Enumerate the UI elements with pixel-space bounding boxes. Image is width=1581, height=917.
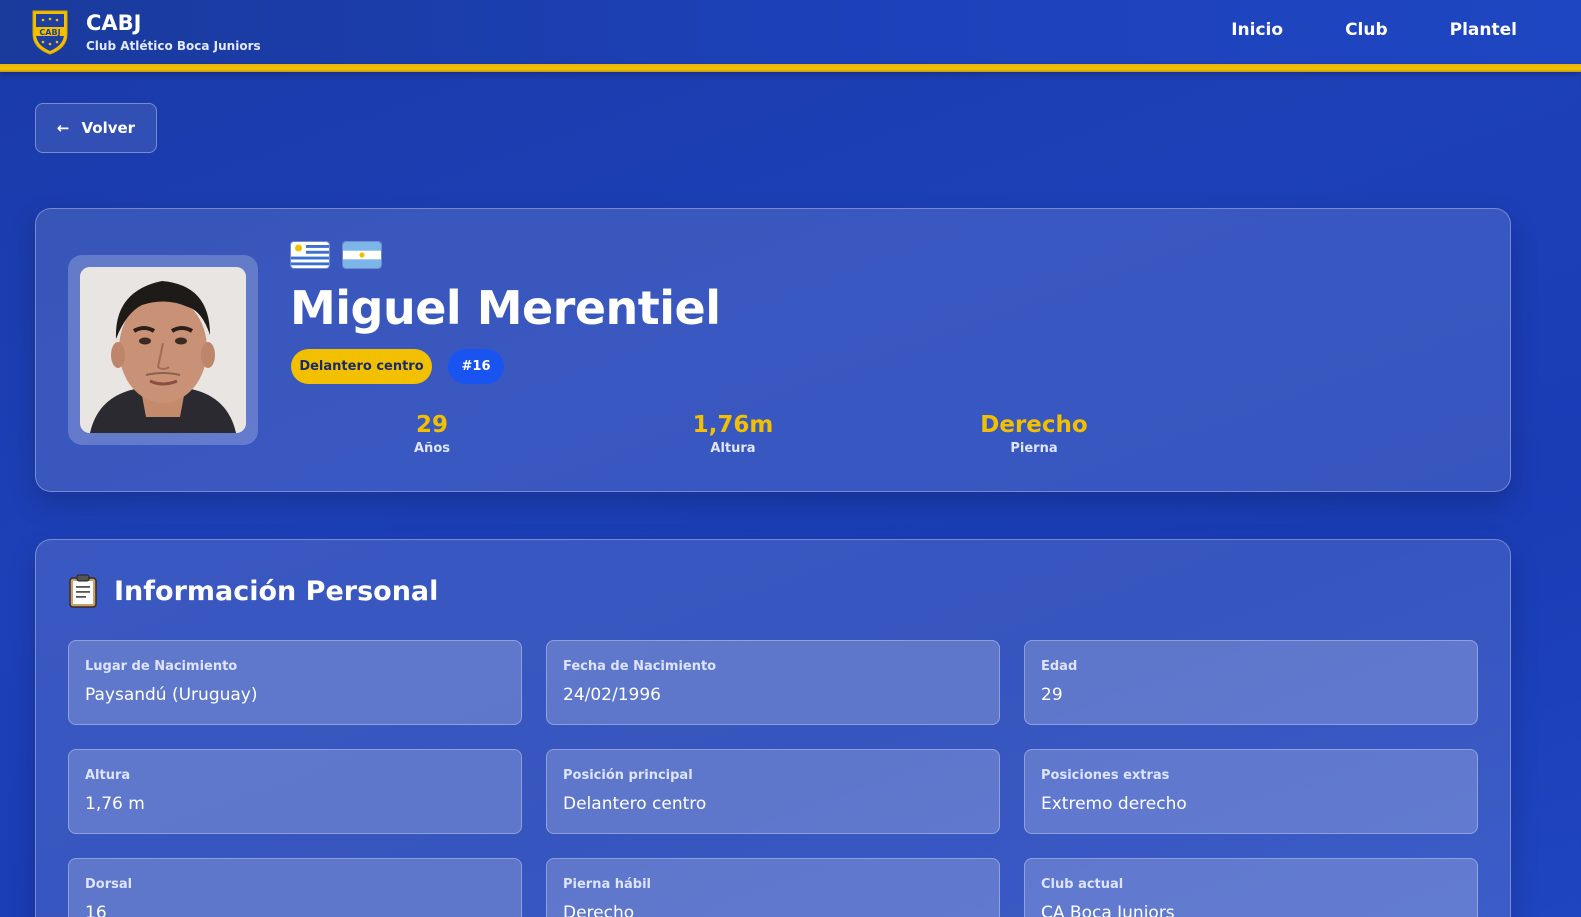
field-value: Paysandú (Uruguay)	[85, 685, 258, 705]
arrow-left-icon: ←	[56, 119, 70, 137]
stat-age: 29 Años	[332, 411, 532, 456]
field-main-position: Posición principal Delantero centro	[546, 749, 1000, 834]
field-height: Altura 1,76 m	[68, 749, 522, 834]
field-value: 16	[85, 903, 107, 917]
field-current-club: Club actual CA Boca Juniors	[1024, 858, 1478, 917]
stat-foot: Derecho Pierna	[934, 411, 1134, 456]
section-title-text: Información Personal	[114, 575, 439, 607]
field-label: Dorsal	[85, 877, 133, 892]
number-badge: #16	[448, 349, 504, 384]
field-value: 29	[1041, 685, 1063, 705]
club-crest-logo: CABJ	[32, 10, 68, 55]
brand-subtitle: Club Atlético Boca Juniors	[86, 39, 261, 53]
main-nav: Inicio Club Plantel	[1169, 20, 1517, 40]
field-label: Altura	[85, 768, 131, 783]
nationality-flags	[291, 242, 395, 268]
section-title: Información Personal	[68, 574, 438, 608]
uruguay-flag-icon	[291, 242, 329, 268]
nav-club[interactable]: Club	[1345, 20, 1388, 40]
field-value: Derecho	[563, 903, 635, 917]
stat-value: 29	[415, 412, 448, 438]
field-label: Edad	[1041, 659, 1078, 674]
field-label: Club actual	[1041, 877, 1124, 892]
player-photo-frame	[68, 255, 258, 445]
position-badge: Delantero centro	[291, 349, 432, 384]
field-value: Delantero centro	[563, 794, 707, 814]
crest-text: CABJ	[39, 28, 60, 37]
field-value: Extremo derecho	[1041, 794, 1187, 814]
player-profile-card: Miguel Merentiel Delantero centro #16 29…	[35, 208, 1511, 492]
field-value: CA Boca Juniors	[1041, 903, 1175, 917]
stat-height: 1,76m Altura	[633, 411, 833, 456]
clipboard-icon	[69, 574, 97, 608]
field-value: 1,76 m	[85, 794, 145, 814]
stat-label: Altura	[710, 441, 756, 456]
field-birthplace: Lugar de Nacimiento Paysandú (Uruguay)	[68, 640, 522, 725]
field-age: Edad 29	[1024, 640, 1478, 725]
field-value: 24/02/1996	[563, 685, 661, 705]
nav-plantel[interactable]: Plantel	[1450, 20, 1517, 40]
player-photo	[80, 267, 246, 433]
field-birthdate: Fecha de Nacimiento 24/02/1996	[546, 640, 1000, 725]
top-navbar: CABJ CABJ Club Atlético Boca Juniors Ini…	[0, 0, 1581, 64]
back-button-label: Volver	[81, 119, 136, 137]
stat-value: Derecho	[980, 412, 1088, 438]
back-button[interactable]: ← Volver	[35, 103, 157, 153]
stat-value: 1,76m	[692, 412, 774, 438]
argentina-flag-icon	[343, 242, 381, 268]
personal-info-card: Información Personal Lugar de Nacimiento…	[35, 539, 1511, 917]
nav-inicio[interactable]: Inicio	[1231, 20, 1283, 40]
field-foot: Pierna hábil Derecho	[546, 858, 1000, 917]
field-label: Posición principal	[563, 768, 693, 783]
field-label: Lugar de Nacimiento	[85, 659, 238, 674]
stat-label: Años	[414, 441, 450, 456]
field-label: Pierna hábil	[563, 877, 652, 892]
brand-name: CABJ	[86, 11, 142, 35]
navbar-gold-stripe	[0, 64, 1581, 72]
field-extra-positions: Posiciones extras Extremo derecho	[1024, 749, 1478, 834]
stat-label: Pierna	[1010, 441, 1058, 456]
brand[interactable]: CABJ CABJ Club Atlético Boca Juniors	[30, 8, 261, 56]
player-name: Miguel Merentiel	[290, 281, 721, 335]
field-number: Dorsal 16	[68, 858, 522, 917]
field-label: Fecha de Nacimiento	[563, 659, 717, 674]
field-label: Posiciones extras	[1041, 768, 1170, 783]
